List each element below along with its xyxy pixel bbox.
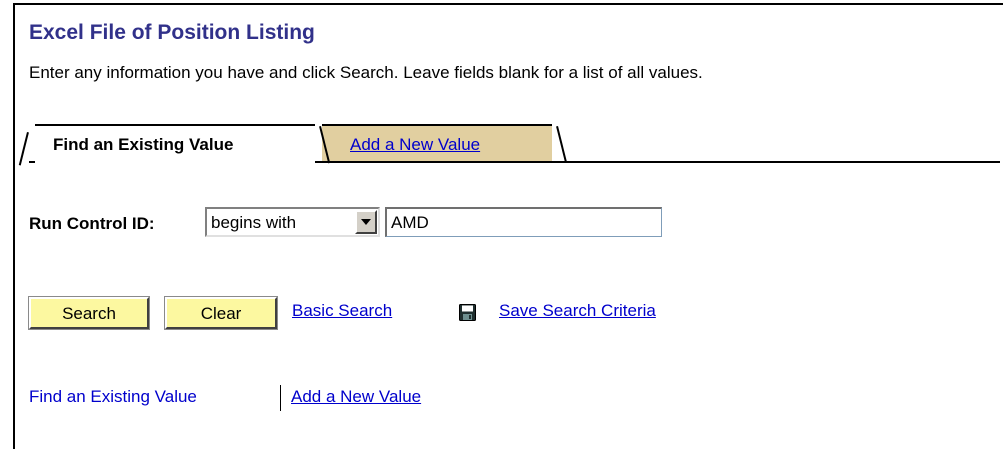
find-existing-value-text: Find an Existing Value xyxy=(29,387,197,406)
page-frame: Excel File of Position Listing Enter any… xyxy=(0,0,1003,449)
basic-search-link[interactable]: Basic Search xyxy=(292,301,392,321)
tab-add-new-value[interactable]: Add a New Value xyxy=(322,124,567,163)
tab-bar: Add a New Value Find an Existing Value xyxy=(18,124,1000,166)
clear-button[interactable]: Clear xyxy=(164,296,278,330)
tab-edge xyxy=(18,132,29,166)
tab-add-new-value-label[interactable]: Add a New Value xyxy=(350,126,480,163)
add-new-value-link[interactable]: Add a New Value xyxy=(291,387,421,407)
chevron-down-icon[interactable] xyxy=(355,210,377,234)
search-button[interactable]: Search xyxy=(28,296,150,330)
tab-edge xyxy=(556,126,567,163)
frame-top-border xyxy=(13,3,1003,5)
save-search-criteria-link[interactable]: Save Search Criteria xyxy=(499,301,656,321)
run-control-row: Run Control ID: begins with xyxy=(29,207,689,241)
tab-find-existing-value[interactable]: Find an Existing Value xyxy=(18,124,331,166)
tab-find-existing-value-label: Find an Existing Value xyxy=(53,135,234,154)
operator-select[interactable]: begins with xyxy=(205,207,380,237)
link-separator xyxy=(280,385,281,411)
page-title: Excel File of Position Listing xyxy=(29,21,315,44)
run-control-label: Run Control ID: xyxy=(29,214,155,233)
instructions-text: Enter any information you have and click… xyxy=(29,63,703,82)
floppy-disk-icon[interactable] xyxy=(459,304,476,321)
run-control-input[interactable] xyxy=(385,207,662,237)
frame-left-border xyxy=(13,3,15,449)
operator-select-value: begins with xyxy=(211,213,297,232)
